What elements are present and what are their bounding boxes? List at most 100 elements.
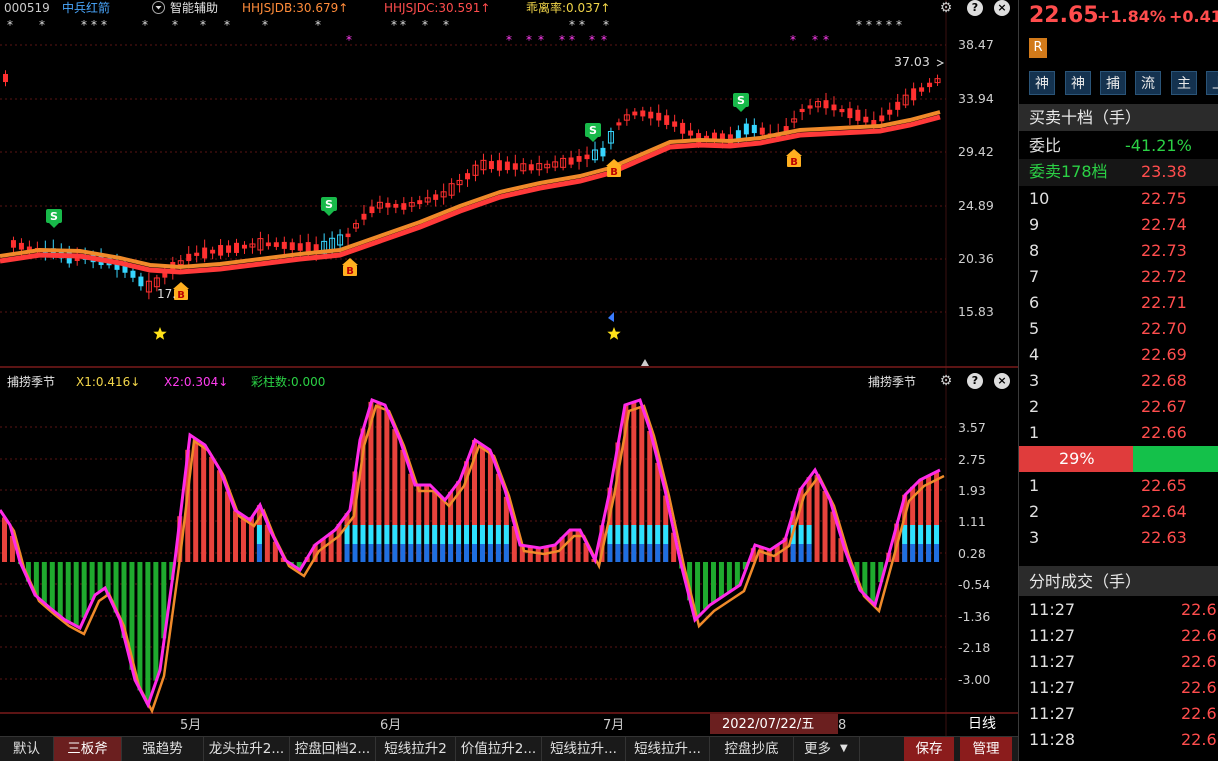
save-button[interactable]: 保存	[904, 737, 954, 761]
tab-default[interactable]: 默认	[0, 737, 54, 761]
indicator-bar-negative	[97, 562, 103, 592]
candle	[385, 202, 391, 208]
indicator-bar-blue	[902, 544, 908, 562]
bid-row-price[interactable]: 22.65	[1141, 477, 1187, 495]
tab-control-pullback[interactable]: 控盘回档2...	[290, 737, 376, 761]
indicator-bar-positive	[240, 515, 246, 562]
settings-gear-icon[interactable]: ⚙	[938, 0, 954, 16]
indicator-bar-cyan	[934, 525, 940, 544]
indicator-bar-cyan	[440, 525, 446, 544]
indicator-bar-blue	[503, 544, 509, 562]
ask-row-price[interactable]: 22.74	[1141, 216, 1187, 234]
ask-row-price[interactable]: 22.67	[1141, 398, 1187, 416]
ask-row-price[interactable]: 22.68	[1141, 372, 1187, 390]
tab-short-rise-b[interactable]: 短线拉升...	[626, 737, 710, 761]
candle	[369, 206, 375, 214]
stock-name[interactable]: 中兵红箭	[62, 0, 110, 16]
candle	[632, 111, 638, 116]
candle	[504, 161, 510, 171]
buy-signal-icon-text: B	[346, 266, 354, 277]
asterisk-icon: *	[601, 33, 607, 47]
candle	[218, 245, 224, 256]
tab-control-bottom[interactable]: 控盘抄底	[710, 737, 794, 761]
indicator-bar-negative	[718, 562, 724, 598]
tab-sanbanfu[interactable]: 三板斧	[54, 737, 122, 761]
indicator-help-icon[interactable]: ?	[967, 373, 983, 389]
manage-button[interactable]: 管理	[960, 737, 1012, 761]
indicator-bar-negative	[57, 562, 63, 617]
asterisk-icon: *	[91, 18, 97, 32]
tab-short-rise-2[interactable]: 短线拉升2	[376, 737, 456, 761]
ask-row-level: 3	[1029, 371, 1040, 390]
weibi-label: 委比	[1029, 136, 1062, 155]
ask-row-level: 2	[1029, 397, 1040, 416]
candle	[919, 87, 925, 92]
ask-row-price[interactable]: 22.66	[1141, 424, 1187, 442]
candle	[855, 109, 861, 121]
ask-row-price[interactable]: 22.70	[1141, 320, 1187, 338]
r-badge[interactable]: R	[1029, 38, 1047, 58]
indicator-bar-blue	[440, 544, 446, 562]
tab-leader-rise[interactable]: 龙头拉升2...	[204, 737, 290, 761]
indicator-bar-cyan	[647, 525, 653, 544]
bid-row-price[interactable]: 22.63	[1141, 529, 1187, 547]
asterisk-icon: *	[790, 33, 796, 47]
indicator-name-right[interactable]: 捕捞季节	[868, 374, 916, 390]
buy-signal-icon-tip	[786, 149, 802, 156]
help-icon[interactable]: ?	[967, 0, 983, 16]
tab-more[interactable]: 更多 ▼	[794, 737, 860, 761]
indicator-bar-blue	[360, 544, 366, 562]
candle	[265, 242, 271, 247]
indicator-bar-cyan	[663, 525, 669, 544]
quick-button-liu[interactable]: 流	[1135, 71, 1161, 95]
bid-row-price[interactable]: 22.64	[1141, 503, 1187, 521]
arrow-icon	[936, 59, 945, 67]
indicator-bar-cyan	[926, 525, 932, 544]
period-label[interactable]: 日线	[968, 716, 996, 732]
quick-button-bu[interactable]: 捕	[1100, 71, 1126, 95]
tab-short-rise-a[interactable]: 短线拉升...	[542, 737, 626, 761]
candle	[584, 154, 590, 160]
ask-row-price[interactable]: 22.71	[1141, 294, 1187, 312]
sell-signal-icon-text: S	[589, 124, 597, 137]
ask-row-price[interactable]: 22.69	[1141, 346, 1187, 364]
ask-row-price[interactable]: 22.72	[1141, 268, 1187, 286]
close-icon[interactable]: ×	[994, 0, 1010, 16]
indicator-close-icon[interactable]: ×	[994, 373, 1010, 389]
quick-button-zhu[interactable]: 主	[1171, 71, 1197, 95]
quick-button-shang[interactable]: 上	[1206, 71, 1218, 95]
indicator-name[interactable]: 捕捞季节	[7, 374, 55, 390]
indicator-bar-blue	[798, 544, 804, 562]
tab-strong-trend[interactable]: 强趋势	[122, 737, 204, 761]
indicator-bar-blue	[256, 544, 262, 562]
ask-row-price[interactable]: 22.75	[1141, 190, 1187, 208]
indicator-settings-gear-icon[interactable]: ⚙	[938, 373, 954, 389]
indicator-bar-cyan	[384, 525, 390, 544]
candle	[10, 240, 16, 248]
indicator-bar-cyan	[918, 525, 924, 544]
ask-row-price[interactable]: 22.73	[1141, 242, 1187, 260]
ask-row-level: 10	[1029, 189, 1050, 208]
indicator-bar-cyan	[408, 525, 414, 544]
asterisk-icon: *	[812, 33, 818, 47]
indicator-bar-blue	[479, 544, 485, 562]
buy-signal-icon-text: B	[790, 157, 798, 168]
candle	[528, 164, 534, 171]
indicator-bar-cyan	[910, 525, 916, 544]
indicator-tick: 1.11	[958, 514, 986, 529]
sell-ratio-bar	[1133, 446, 1218, 472]
assist-label[interactable]: 智能辅助	[170, 0, 218, 16]
candle	[895, 101, 901, 110]
price-tick: 38.47	[958, 37, 994, 52]
indicator-bar-blue	[456, 544, 462, 562]
tab-value-rise[interactable]: 价值拉升2...	[456, 737, 542, 761]
indicator-bar-cyan	[448, 525, 454, 544]
indicator-bar-cyan	[392, 525, 398, 544]
quick-button-shen-1[interactable]: 神	[1029, 71, 1055, 95]
dropdown-icon[interactable]	[152, 1, 165, 14]
candle	[879, 115, 885, 122]
current-price: 22.65	[1029, 3, 1099, 28]
price-tick: 29.42	[958, 144, 994, 159]
candlestick-chart[interactable]: SSSSBBBB* * * * * * * * * * * * * * * * * * * * * * ** * * * * * * * *…	[0, 0, 1018, 736]
quick-button-shen-2[interactable]: 神	[1065, 71, 1091, 95]
